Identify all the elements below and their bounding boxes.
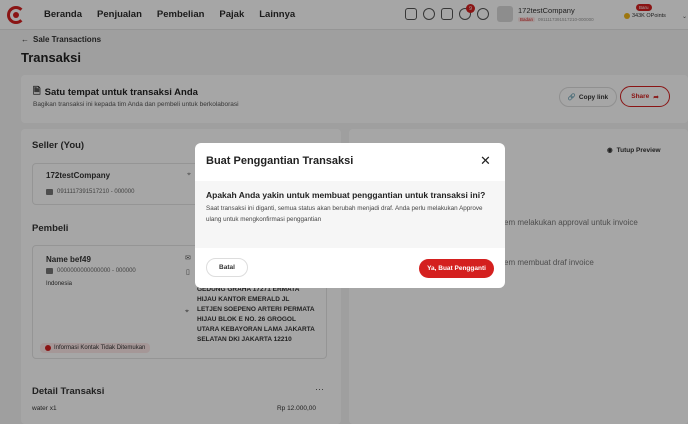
confirm-replace-button[interactable]: Ya, Buat Pengganti bbox=[419, 259, 494, 278]
close-icon[interactable]: ✕ bbox=[480, 153, 491, 169]
replace-transaction-modal: Buat Penggantian Transaksi ✕ Apakah Anda… bbox=[195, 143, 505, 288]
modal-question: Apakah Anda yakin untuk membuat penggant… bbox=[206, 190, 486, 200]
modal-title: Buat Penggantian Transaksi bbox=[206, 155, 354, 167]
modal-description: Saat transaksi ini diganti, semua status… bbox=[206, 205, 483, 223]
modal-body: Apakah Anda yakin untuk membuat penggant… bbox=[195, 181, 505, 248]
cancel-button[interactable]: Batal bbox=[206, 258, 248, 277]
